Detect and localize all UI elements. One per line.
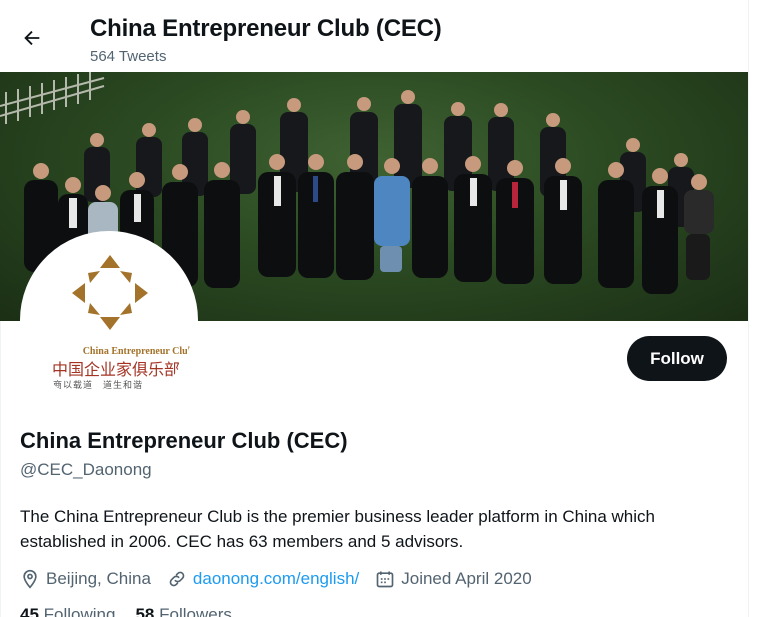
- follow-button[interactable]: Follow: [627, 336, 727, 381]
- calendar-icon: [376, 571, 394, 588]
- scrollbar-gutter[interactable]: [749, 0, 760, 617]
- profile-handle: @CEC_Daonong: [20, 460, 152, 479]
- joined-item: Joined April 2020: [375, 569, 532, 589]
- location-item: Beijing, China: [20, 569, 151, 589]
- followers-label: Followers: [159, 605, 232, 617]
- website-link[interactable]: daonong.com/english/: [193, 569, 359, 589]
- follow-counts: 45 Following 58 Followers: [20, 605, 232, 617]
- logo-motto-text: 商以载道 道生和谐: [53, 381, 144, 391]
- profile-bio: The China Entrepreneur Club is the premi…: [20, 507, 655, 551]
- arrow-left-icon: [24, 30, 40, 46]
- following-link[interactable]: 45 Following: [20, 605, 115, 617]
- location-text: Beijing, China: [46, 569, 151, 588]
- followers-link[interactable]: 58 Followers: [135, 605, 231, 617]
- location-pin-icon: [23, 569, 37, 589]
- joined-text: Joined April 2020: [401, 569, 532, 588]
- back-button[interactable]: [14, 20, 50, 56]
- profile-name: China Entrepreneur Club (CEC): [20, 428, 348, 453]
- website-item[interactable]: daonong.com/english/: [167, 569, 359, 589]
- link-icon: [169, 571, 185, 587]
- tweet-count: 564 Tweets: [90, 48, 167, 65]
- following-count: 45: [20, 605, 39, 617]
- header-title: China Entrepreneur Club (CEC): [90, 15, 442, 42]
- profile-header: China Entrepreneur Club (CEC) 564 Tweets: [0, 0, 748, 72]
- profile-avatar[interactable]: China Entrepreneur Club 中国企业家俱乐部 商以载道 道生…: [20, 231, 198, 409]
- following-label: Following: [43, 605, 116, 617]
- profile-meta: Beijing, China daonong.com/english/ Join…: [20, 567, 548, 591]
- logo-chinese-text: 中国企业家俱乐部: [52, 360, 181, 379]
- followers-count: 58: [135, 605, 155, 617]
